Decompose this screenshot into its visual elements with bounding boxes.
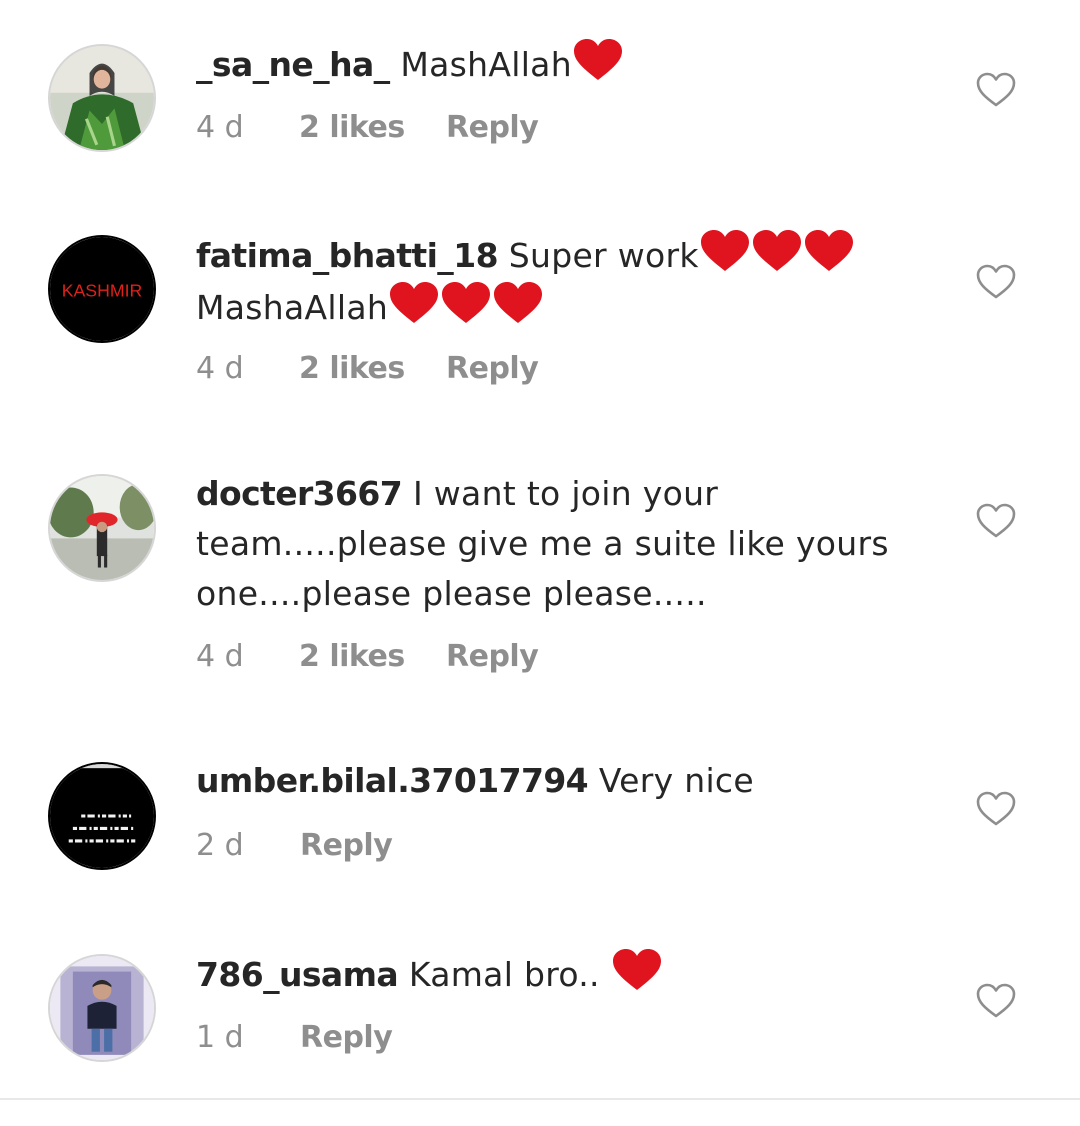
red-heart-emoji-icon [751,229,803,273]
like-heart-icon[interactable] [976,983,1016,1019]
avatar[interactable] [48,44,156,152]
comment-time: 4 d [196,351,244,386]
comment-text: 786_usama Kamal bro.. [196,948,916,1000]
reply-button[interactable]: Reply [446,349,539,389]
avatar[interactable] [48,762,156,870]
comment-username[interactable]: _sa_ne_ha_ [196,45,390,84]
comment-time: 4 d [196,110,244,145]
reply-button[interactable]: Reply [300,1018,393,1058]
comment-body: Very nice [598,761,754,800]
red-heart-emoji-icon [611,948,663,992]
comment-username[interactable]: docter3667 [196,474,403,513]
comment-time: 2 d [196,828,244,863]
comment-likes-count[interactable]: 2 likes [299,637,405,677]
like-heart-icon[interactable] [976,264,1016,300]
comment-text: umber.bilal.37017794 Very nice [196,756,916,806]
red-heart-emoji-icon [699,229,751,273]
reply-button[interactable]: Reply [300,826,393,866]
red-heart-emoji-icon [572,38,624,82]
comment-body: MashaAllah [196,288,389,327]
red-heart-emoji-icon [492,281,544,325]
comment-text: _sa_ne_ha_ MashAllah [196,38,916,90]
comment-username[interactable]: fatima_bhatti_18 [196,236,499,275]
comment-body: MashAllah [400,45,572,84]
comment-likes-count[interactable]: 2 likes [299,108,405,148]
reply-button[interactable]: Reply [446,108,539,148]
avatar[interactable] [48,474,156,582]
comment-body: I want to join your [412,474,719,513]
like-heart-icon[interactable] [976,503,1016,539]
comment-body: one....please please please..... [196,574,707,613]
reply-button[interactable]: Reply [446,637,539,677]
comment-text: docter3667 I want to join your team.....… [196,469,916,619]
like-heart-icon[interactable] [976,72,1016,108]
avatar[interactable]: KASHMIR [48,235,156,343]
red-heart-emoji-icon [803,229,855,273]
avatar-label: KASHMIR [62,280,143,300]
red-heart-emoji-icon [440,281,492,325]
avatar[interactable] [48,954,156,1062]
comment-time: 4 d [196,639,244,674]
comment-username[interactable]: 786_usama [196,955,399,994]
comment-text: fatima_bhatti_18 Super work MashaAllah [196,229,916,333]
comment-body: team.....please give me a suite like you… [196,524,889,563]
comment-username[interactable]: umber.bilal.37017794 [196,761,589,800]
comment-time: 1 d [196,1020,244,1055]
divider [0,1098,1080,1100]
like-heart-icon[interactable] [976,791,1016,827]
red-heart-emoji-icon [388,281,440,325]
comment-body: Kamal bro.. [408,955,600,994]
comment-body: Super work [508,236,699,275]
comment-likes-count[interactable]: 2 likes [299,349,405,389]
